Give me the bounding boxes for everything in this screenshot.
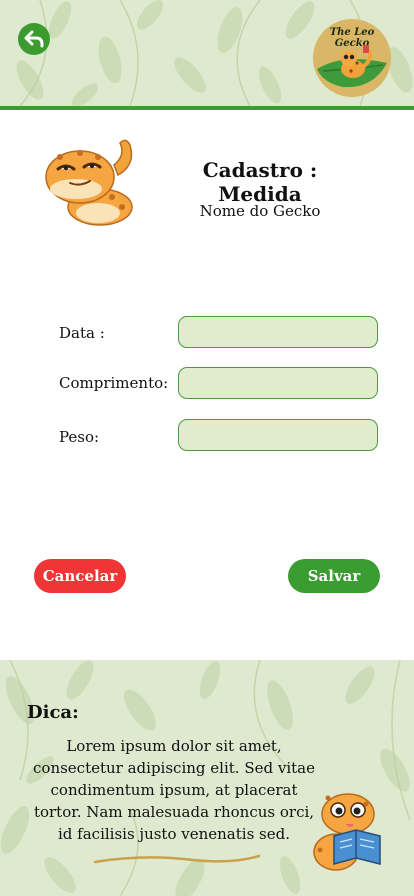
save-button[interactable]: Salvar — [288, 559, 380, 593]
length-label: Comprimento: — [59, 374, 169, 392]
app-logo: The Leo Gecko — [313, 19, 391, 97]
length-field[interactable] — [178, 367, 378, 399]
header-leaf-background: The Leo Gecko — [0, 0, 414, 106]
gecko-name: Nome do Gecko — [199, 202, 321, 220]
gecko-mascot-icon — [45, 139, 133, 226]
back-arrow-icon — [24, 30, 44, 48]
weight-label: Peso: — [59, 428, 100, 446]
page-title: Cadastro : Medida — [202, 158, 318, 206]
tip-text: Lorem ipsum dolor sit amet, consectetur … — [33, 737, 315, 843]
logo-gecko-icon — [317, 45, 387, 88]
decorative-underline — [93, 854, 261, 864]
tip-title: Dica: — [27, 702, 79, 723]
back-button[interactable] — [18, 23, 50, 55]
cancel-button[interactable]: Cancelar — [34, 559, 126, 593]
date-label: Data : — [59, 324, 105, 342]
header-divider — [0, 106, 414, 110]
date-field[interactable] — [178, 316, 378, 348]
reading-gecko-icon — [313, 793, 381, 871]
weight-field[interactable] — [178, 419, 378, 451]
